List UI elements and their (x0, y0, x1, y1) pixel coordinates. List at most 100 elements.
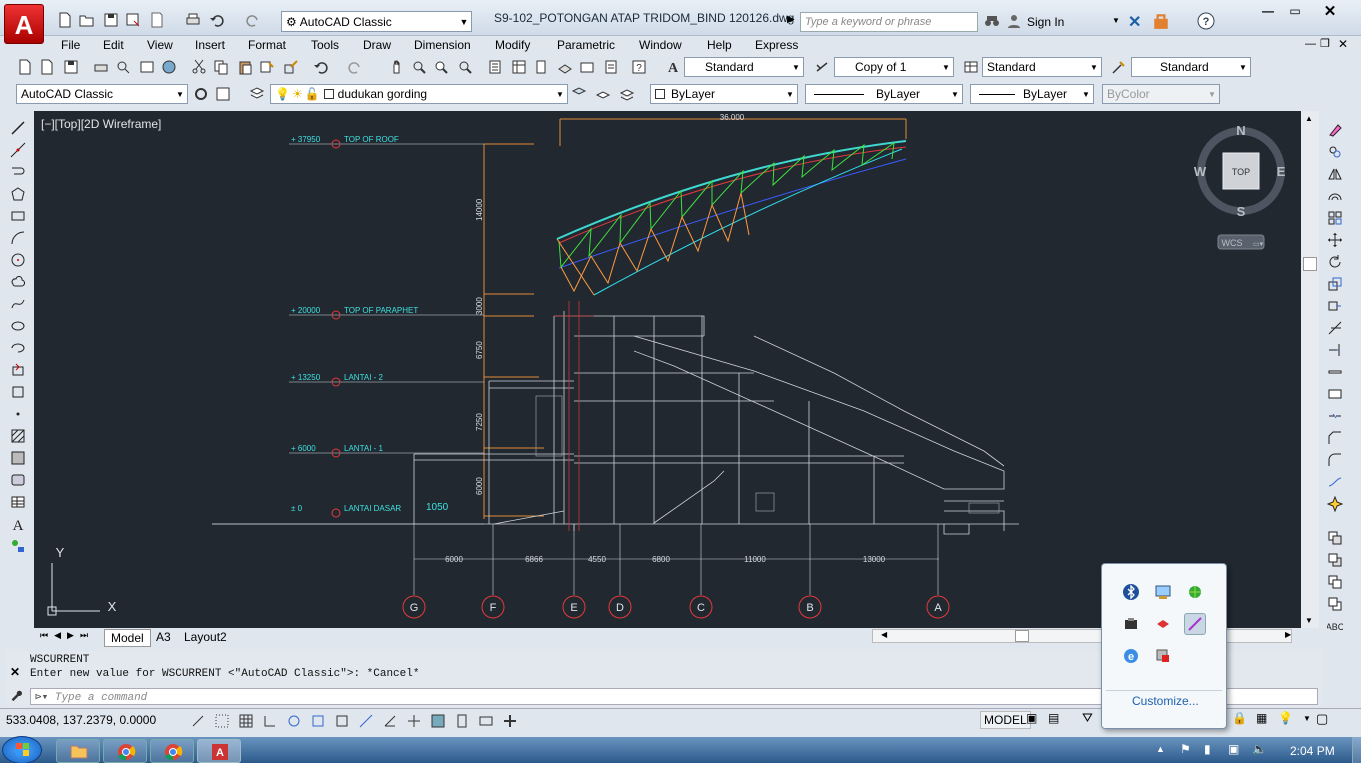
cut-icon[interactable] (190, 58, 208, 76)
offset-icon[interactable] (1325, 186, 1345, 206)
join-icon[interactable] (1325, 406, 1345, 426)
first-tab-icon[interactable]: ⏮ (40, 630, 48, 641)
horizontal-scrollbar[interactable]: ◀ ▶ (872, 629, 1292, 643)
tab-model[interactable]: Model (104, 629, 151, 647)
sign-in-dropdown-icon[interactable]: ▼ (1112, 16, 1120, 25)
otrack-icon[interactable] (356, 711, 376, 731)
viewport-controls[interactable]: [−][Top][2D Wireframe] (41, 117, 161, 131)
help-icon[interactable]: ? (1197, 12, 1215, 33)
ortho-icon[interactable] (260, 711, 280, 731)
linetype-select[interactable]: ByLayer ▼ (805, 84, 963, 104)
copy-object-icon[interactable] (1325, 142, 1345, 162)
line-icon[interactable] (8, 118, 28, 138)
snap-icon[interactable] (212, 711, 232, 731)
paste-icon[interactable] (236, 58, 254, 76)
scroll-down-icon[interactable]: ▼ (1305, 616, 1313, 625)
selection-cycling-icon[interactable] (500, 711, 520, 731)
infer-constraints-icon[interactable] (188, 711, 208, 731)
bluetooth-icon[interactable] (1120, 581, 1142, 603)
blend-curves-icon[interactable] (1325, 472, 1345, 492)
print-icon[interactable] (184, 11, 202, 29)
break-icon[interactable] (1325, 384, 1345, 404)
globe-update-icon[interactable] (1184, 581, 1206, 603)
viewcube[interactable]: TOP N S W E (1194, 123, 1286, 219)
maximize-button[interactable]: ▭ (1282, 4, 1308, 20)
internet-explorer-icon[interactable]: e (1120, 645, 1142, 667)
menu-format[interactable]: Format (248, 38, 286, 52)
region-icon[interactable] (8, 470, 28, 490)
lineweight-icon[interactable] (428, 711, 448, 731)
workspace-select[interactable]: AutoCAD Classic ▼ (16, 84, 188, 104)
hscroll-thumb[interactable] (1015, 630, 1029, 642)
tray-customize-link[interactable]: Customize... (1132, 694, 1199, 708)
dim-style-icon[interactable] (814, 58, 832, 76)
gradient-icon[interactable] (8, 448, 28, 468)
osnap-icon[interactable] (308, 711, 328, 731)
wcs-menu[interactable]: WCS ▭▾ (1217, 234, 1265, 250)
grid-icon[interactable] (236, 711, 256, 731)
mleader-style-icon[interactable] (1110, 58, 1128, 76)
sign-in-button[interactable]: Sign In (1027, 15, 1064, 29)
redo-icon[interactable] (244, 11, 262, 29)
circle-icon[interactable] (8, 250, 28, 270)
next-tab-icon[interactable]: ▶ (67, 630, 74, 641)
explode-icon[interactable] (1325, 494, 1345, 514)
safely-remove-icon[interactable] (1152, 645, 1174, 667)
plot-preview-tb-icon[interactable] (114, 58, 132, 76)
workspace-save-icon[interactable] (214, 85, 232, 103)
menu-view[interactable]: View (147, 38, 173, 52)
menu-dimension[interactable]: Dimension (414, 38, 471, 52)
3d-osnap-icon[interactable] (332, 711, 352, 731)
minimize-button[interactable]: — (1255, 4, 1281, 20)
lock-ui-icon[interactable]: 🔒 (1232, 711, 1247, 725)
dim-style-select[interactable]: Copy of 1 ▼ (834, 57, 954, 77)
markup-icon[interactable] (578, 58, 596, 76)
add-selected-icon[interactable] (8, 536, 28, 556)
show-desktop-button[interactable] (1352, 737, 1361, 763)
erase-icon[interactable] (1325, 120, 1345, 140)
power-icon[interactable]: ▮ (1204, 742, 1211, 756)
tab-layout2[interactable]: Layout2 (178, 629, 233, 645)
annotation-scale-icon[interactable]: ⛛ (1082, 710, 1093, 726)
menu-modify[interactable]: Modify (495, 38, 530, 52)
array-icon[interactable] (1325, 208, 1345, 228)
zoom-realtime-icon[interactable] (410, 58, 428, 76)
quick-view-layouts-icon[interactable]: ▣ (1026, 711, 1037, 725)
save-file-icon[interactable] (62, 58, 80, 76)
mleader-style-select[interactable]: Standard ▼ (1131, 57, 1251, 77)
revision-cloud-icon[interactable] (8, 272, 28, 292)
send-under-icon[interactable] (1325, 594, 1345, 614)
open-file-icon[interactable] (38, 58, 56, 76)
scale-icon[interactable] (1325, 274, 1345, 294)
sheet-set-icon[interactable] (556, 58, 574, 76)
design-center-icon[interactable] (160, 58, 178, 76)
layer-properties-icon[interactable] (248, 85, 266, 103)
device-manager-icon[interactable] (1120, 613, 1142, 635)
clock[interactable]: 2:04 PM (1290, 744, 1335, 758)
pan-icon[interactable] (388, 58, 406, 76)
table-style-select[interactable]: Standard ▼ (982, 57, 1102, 77)
send-to-back-icon[interactable] (1325, 550, 1345, 570)
color-select[interactable]: ByLayer ▼ (650, 84, 798, 104)
hardware-acceleration-icon[interactable]: ▦ (1256, 711, 1267, 725)
construction-line-icon[interactable] (8, 140, 28, 160)
menu-help[interactable]: Help (707, 38, 732, 52)
arc-icon[interactable] (8, 228, 28, 248)
menu-parametric[interactable]: Parametric (557, 38, 615, 52)
fillet-icon[interactable] (1325, 450, 1345, 470)
lineweight-select[interactable]: ByLayer ▼ (970, 84, 1094, 104)
transparency-icon[interactable] (452, 711, 472, 731)
layer-previous-icon[interactable] (594, 85, 612, 103)
exchange-icon[interactable]: ✕ (1128, 12, 1141, 32)
show-hidden-icons[interactable]: ▲ (1156, 744, 1165, 754)
scroll-thumb[interactable] (1303, 257, 1317, 271)
bring-above-icon[interactable] (1325, 572, 1345, 592)
menu-file[interactable]: File (61, 38, 80, 52)
tab-a3[interactable]: A3 (150, 629, 177, 645)
hatch-icon[interactable] (8, 426, 28, 446)
menu-express[interactable]: Express (755, 38, 798, 52)
make-block-icon[interactable] (8, 382, 28, 402)
wrench-icon[interactable] (9, 688, 23, 705)
layer-select[interactable]: 💡 ☀ 🔓 dudukan gording ▼ (270, 84, 568, 104)
close-button[interactable]: ✕ (1310, 2, 1350, 20)
